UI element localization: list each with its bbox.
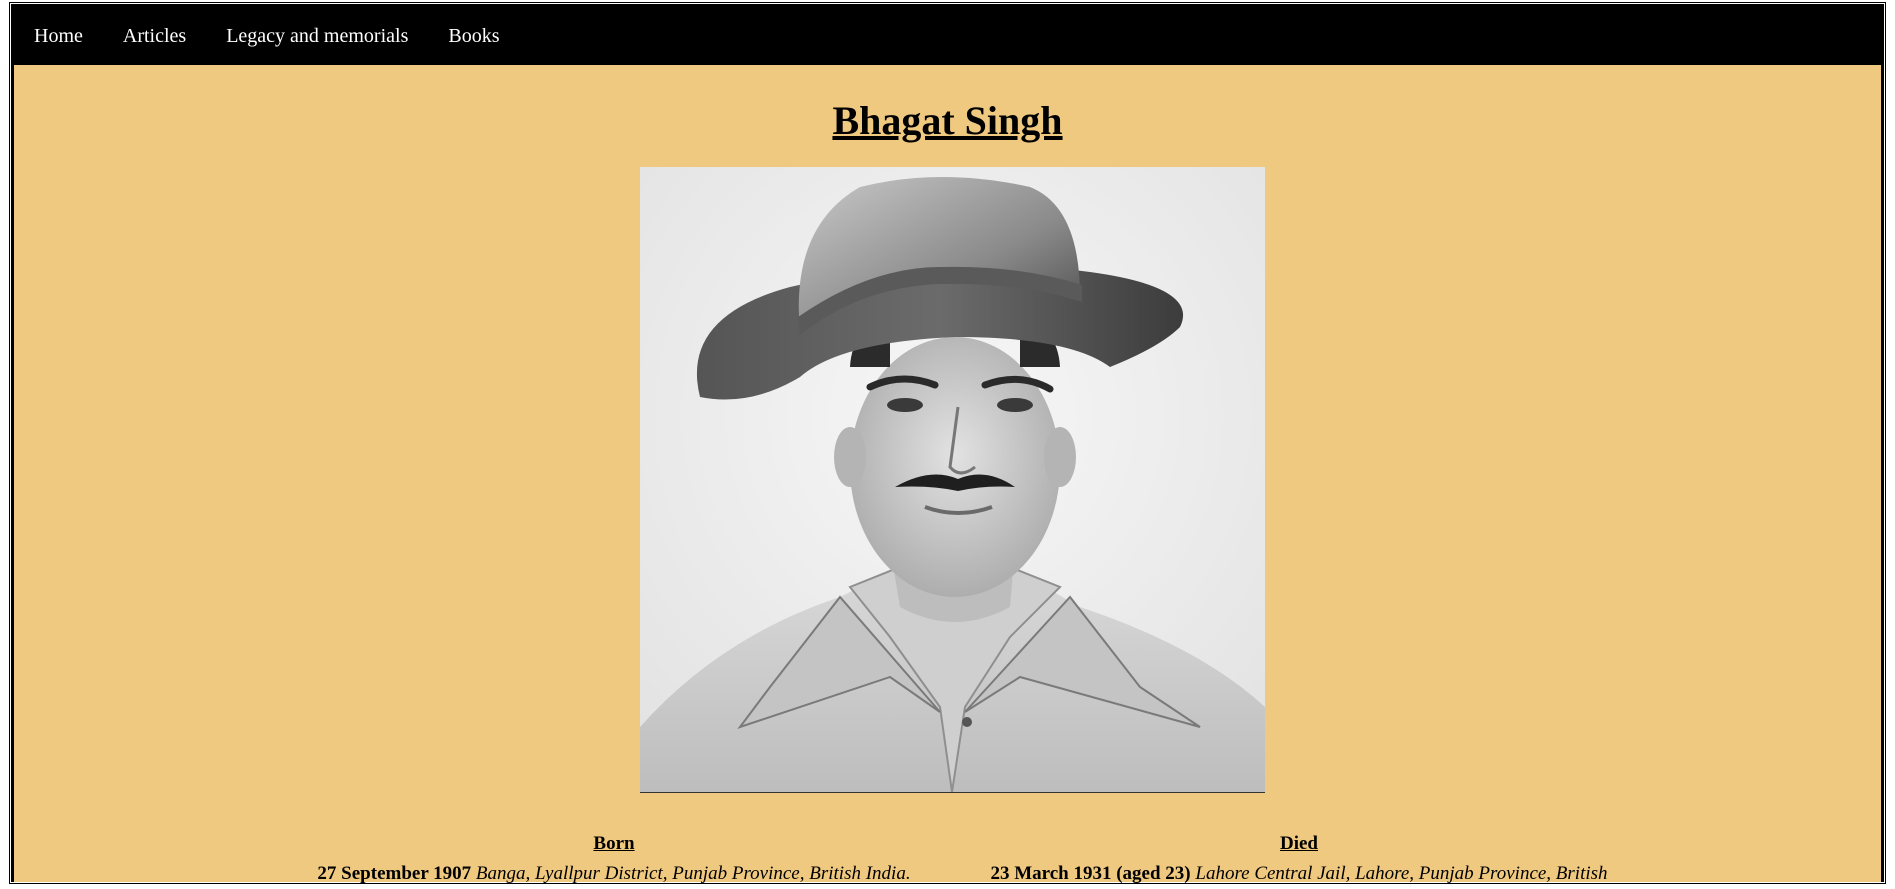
died-line: 23 March 1931 (aged 23) Lahore Central J…: [954, 859, 1644, 889]
died-section: Died 23 March 1931 (aged 23) Lahore Cent…: [954, 829, 1644, 889]
born-line: 27 September 1907 Banga, Lyallpur Distri…: [284, 859, 944, 889]
portrait-photo: [640, 167, 1265, 793]
born-date: 27 September 1907: [317, 863, 472, 884]
nav-books-link[interactable]: Books: [448, 25, 499, 48]
page-title: Bhagat Singh: [832, 98, 1063, 143]
portrait-illustration: [640, 167, 1265, 792]
nav-articles-link[interactable]: Articles: [123, 25, 186, 48]
born-place: Banga, Lyallpur District, Punjab Provinc…: [475, 863, 911, 884]
died-place: Lahore Central Jail, Lahore, Punjab Prov…: [1195, 863, 1608, 884]
born-label: Born: [593, 833, 635, 854]
died-date: 23 March 1931 (aged 23): [990, 863, 1191, 884]
nav-legacy-link[interactable]: Legacy and memorials: [226, 25, 408, 48]
page-frame: Home Articles Legacy and memorials Books…: [9, 2, 1886, 884]
born-section: Born 27 September 1907 Banga, Lyallpur D…: [284, 829, 944, 889]
top-navigation: Home Articles Legacy and memorials Books: [14, 7, 1881, 65]
nav-home-link[interactable]: Home: [34, 25, 83, 48]
died-label: Died: [1280, 833, 1318, 854]
